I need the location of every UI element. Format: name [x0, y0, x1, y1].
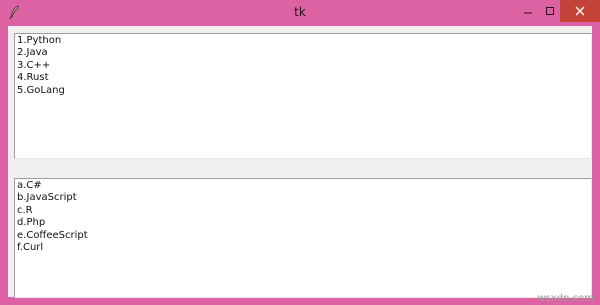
close-icon: [575, 6, 585, 16]
watermark-text: wsxdn.com: [537, 293, 594, 304]
list-item[interactable]: 1.Python: [16, 35, 590, 47]
list-item[interactable]: 3.C++: [16, 60, 590, 72]
list-item[interactable]: f.Curl: [16, 242, 590, 254]
close-button[interactable]: [560, 0, 600, 22]
others-listbox[interactable]: a.C# b.JavaScript c.R d.Php e.CoffeeScri…: [14, 178, 592, 298]
list-item[interactable]: a.C#: [16, 180, 590, 192]
app-window: tk 1.Python 2.Java 3.C++ 4.Rust 5.GoLang: [0, 0, 600, 305]
minimize-button[interactable]: [518, 0, 538, 22]
title-bar[interactable]: tk: [0, 0, 600, 26]
list-item[interactable]: b.JavaScript: [16, 192, 590, 204]
window-title: tk: [294, 5, 306, 19]
list-item[interactable]: e.CoffeeScript: [16, 230, 590, 242]
maximize-icon: [546, 7, 554, 15]
list-item[interactable]: 2.Java: [16, 47, 590, 59]
list-item[interactable]: d.Php: [16, 217, 590, 229]
languages-listbox[interactable]: 1.Python 2.Java 3.C++ 4.Rust 5.GoLang: [14, 33, 592, 159]
list-item[interactable]: c.R: [16, 205, 590, 217]
list-item[interactable]: 4.Rust: [16, 72, 590, 84]
list-item[interactable]: 5.GoLang: [16, 85, 590, 97]
window-client-area: 1.Python 2.Java 3.C++ 4.Rust 5.GoLang a.…: [8, 26, 592, 298]
maximize-button[interactable]: [540, 0, 560, 22]
minimize-icon: [524, 12, 532, 14]
